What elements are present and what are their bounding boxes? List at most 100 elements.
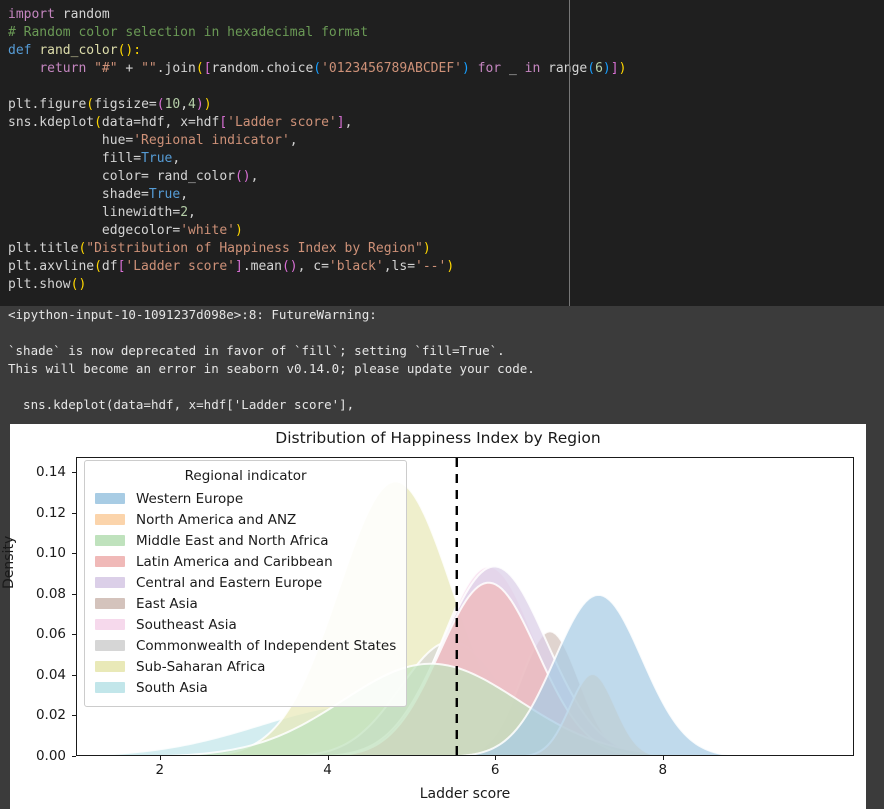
code-line: def rand_color():	[0, 42, 884, 60]
code-token: return	[39, 61, 95, 76]
x-tick-mark	[662, 756, 664, 760]
code-cell[interactable]: import random # Random color selection in…	[0, 0, 884, 306]
code-line: plt.axvline(df['Ladder score'].mean(), c…	[0, 258, 884, 276]
code-cell-divider	[569, 0, 570, 306]
legend-label: Middle East and North Africa	[136, 532, 329, 549]
code-line: plt.figure(figsize=(10,4))	[0, 96, 884, 114]
x-tick-mark	[327, 756, 329, 760]
code-line: hue='Regional indicator',	[0, 132, 884, 150]
code-token: fill=	[8, 151, 142, 166]
code-token: rand_color	[39, 43, 118, 58]
code-token: range	[548, 61, 588, 76]
code-lines: import random # Random color selection in…	[0, 6, 884, 294]
code-token: )	[195, 97, 204, 112]
code-token: 6	[595, 61, 603, 76]
legend-swatch	[95, 535, 125, 546]
legend-label: Western Europe	[136, 490, 244, 507]
legend-item[interactable]: Central and Eastern Europe	[95, 572, 396, 593]
legend-item[interactable]: Latin America and Caribbean	[95, 551, 396, 572]
code-token: True	[141, 151, 173, 166]
code-token: ():	[117, 43, 142, 58]
code-line: plt.title("Distribution of Happiness Ind…	[0, 240, 884, 258]
y-tick-label: 0.12	[35, 504, 66, 521]
code-token: ]	[610, 61, 619, 76]
legend-item[interactable]: Middle East and North Africa	[95, 530, 396, 551]
code-token: plt.title	[8, 241, 79, 256]
legend-swatch	[95, 640, 125, 651]
legend-swatch	[95, 598, 125, 609]
code-token: '0123456789ABCDEF'	[321, 61, 462, 76]
code-token: sns.kdeplot	[8, 115, 95, 130]
y-tick-label: 0.10	[35, 545, 66, 562]
legend-title: Regional indicator	[184, 468, 307, 484]
legend-swatch	[95, 514, 125, 525]
warning-line-6: sns.kdeplot(data=hdf, x=hdf['Ladder scor…	[8, 397, 355, 412]
code-token: shade=	[8, 187, 149, 202]
legend-label: Latin America and Caribbean	[136, 553, 333, 570]
code-line: return "#" + "".join([random.choice('012…	[0, 60, 884, 78]
code-token: color= rand_color	[8, 169, 235, 184]
code-token: 4	[188, 97, 196, 112]
legend-item[interactable]: Sub-Saharan Africa	[95, 656, 396, 677]
legend-item[interactable]: Commonwealth of Independent States	[95, 635, 396, 656]
notebook-screenshot: import random # Random color selection in…	[0, 0, 884, 809]
legend-swatch	[95, 619, 125, 630]
legend-item[interactable]: Western Europe	[95, 488, 396, 509]
legend-item[interactable]: East Asia	[95, 593, 396, 614]
x-tick-label: 4	[323, 762, 332, 778]
code-token: '--'	[415, 259, 447, 274]
code-token: ,ls=	[383, 259, 416, 274]
code-token: random.choice	[211, 61, 314, 76]
code-token: [	[219, 115, 228, 130]
legend-item[interactable]: South Asia	[95, 677, 396, 698]
code-token: plt.figure	[8, 97, 87, 112]
code-token: ()	[234, 169, 251, 184]
code-token: df	[101, 259, 118, 274]
code-token: ()	[281, 259, 298, 274]
x-axis-label: Ladder score	[419, 786, 511, 802]
code-line: color= rand_color(),	[0, 168, 884, 186]
chart-title: Distribution of Happiness Index by Regio…	[275, 429, 601, 447]
legend-label: North America and ANZ	[136, 511, 297, 528]
legend-swatch	[95, 556, 125, 567]
code-token: ,	[180, 97, 189, 112]
code-token: (	[94, 259, 102, 274]
code-token: .mean	[242, 259, 282, 274]
legend-label: Commonwealth of Independent States	[136, 637, 397, 654]
y-tick-label: 0.08	[35, 585, 66, 602]
code-token: ,	[172, 151, 181, 166]
code-token: edgecolor=	[8, 223, 181, 238]
code-token: )	[602, 61, 611, 76]
legend-label: Southeast Asia	[136, 616, 237, 633]
warning-line-4: This will become an error in seaborn v0.…	[8, 361, 535, 376]
code-token: True	[148, 187, 181, 202]
chart-legend[interactable]: Regional indicator Western Europe North A…	[84, 460, 408, 707]
x-tick-label: 6	[490, 762, 500, 778]
code-token: (	[195, 61, 204, 76]
code-token: 2	[180, 205, 189, 220]
code-token: )	[462, 61, 470, 76]
code-token: # Random color selection in hexadecimal …	[8, 25, 369, 40]
warning-spacer-1	[0, 324, 884, 342]
code-token: ]	[234, 259, 243, 274]
y-tick-mark	[72, 756, 76, 757]
code-token: ()	[70, 277, 87, 292]
code-token: random	[62, 7, 110, 22]
warning-line-1: <ipython-input-10-1091237d098e>:8: Futur…	[8, 307, 377, 322]
warning-output: <ipython-input-10-1091237d098e>:8: Futur…	[0, 306, 884, 424]
legend-item[interactable]: Southeast Asia	[95, 614, 396, 635]
code-token: hue=	[8, 133, 134, 148]
code-line: # Random color selection in hexadecimal …	[0, 24, 884, 42]
code-token: _	[508, 61, 525, 76]
code-token: def	[8, 43, 40, 58]
legend-item[interactable]: North America and ANZ	[95, 509, 396, 530]
code-line: shade=True,	[0, 186, 884, 204]
code-token: import	[8, 7, 63, 22]
code-line: import random	[0, 6, 884, 24]
x-tick-label: 2	[155, 762, 165, 778]
x-tick-mark	[495, 756, 497, 760]
code-token: linewidth=	[8, 205, 181, 220]
code-token: "#"	[94, 61, 118, 76]
